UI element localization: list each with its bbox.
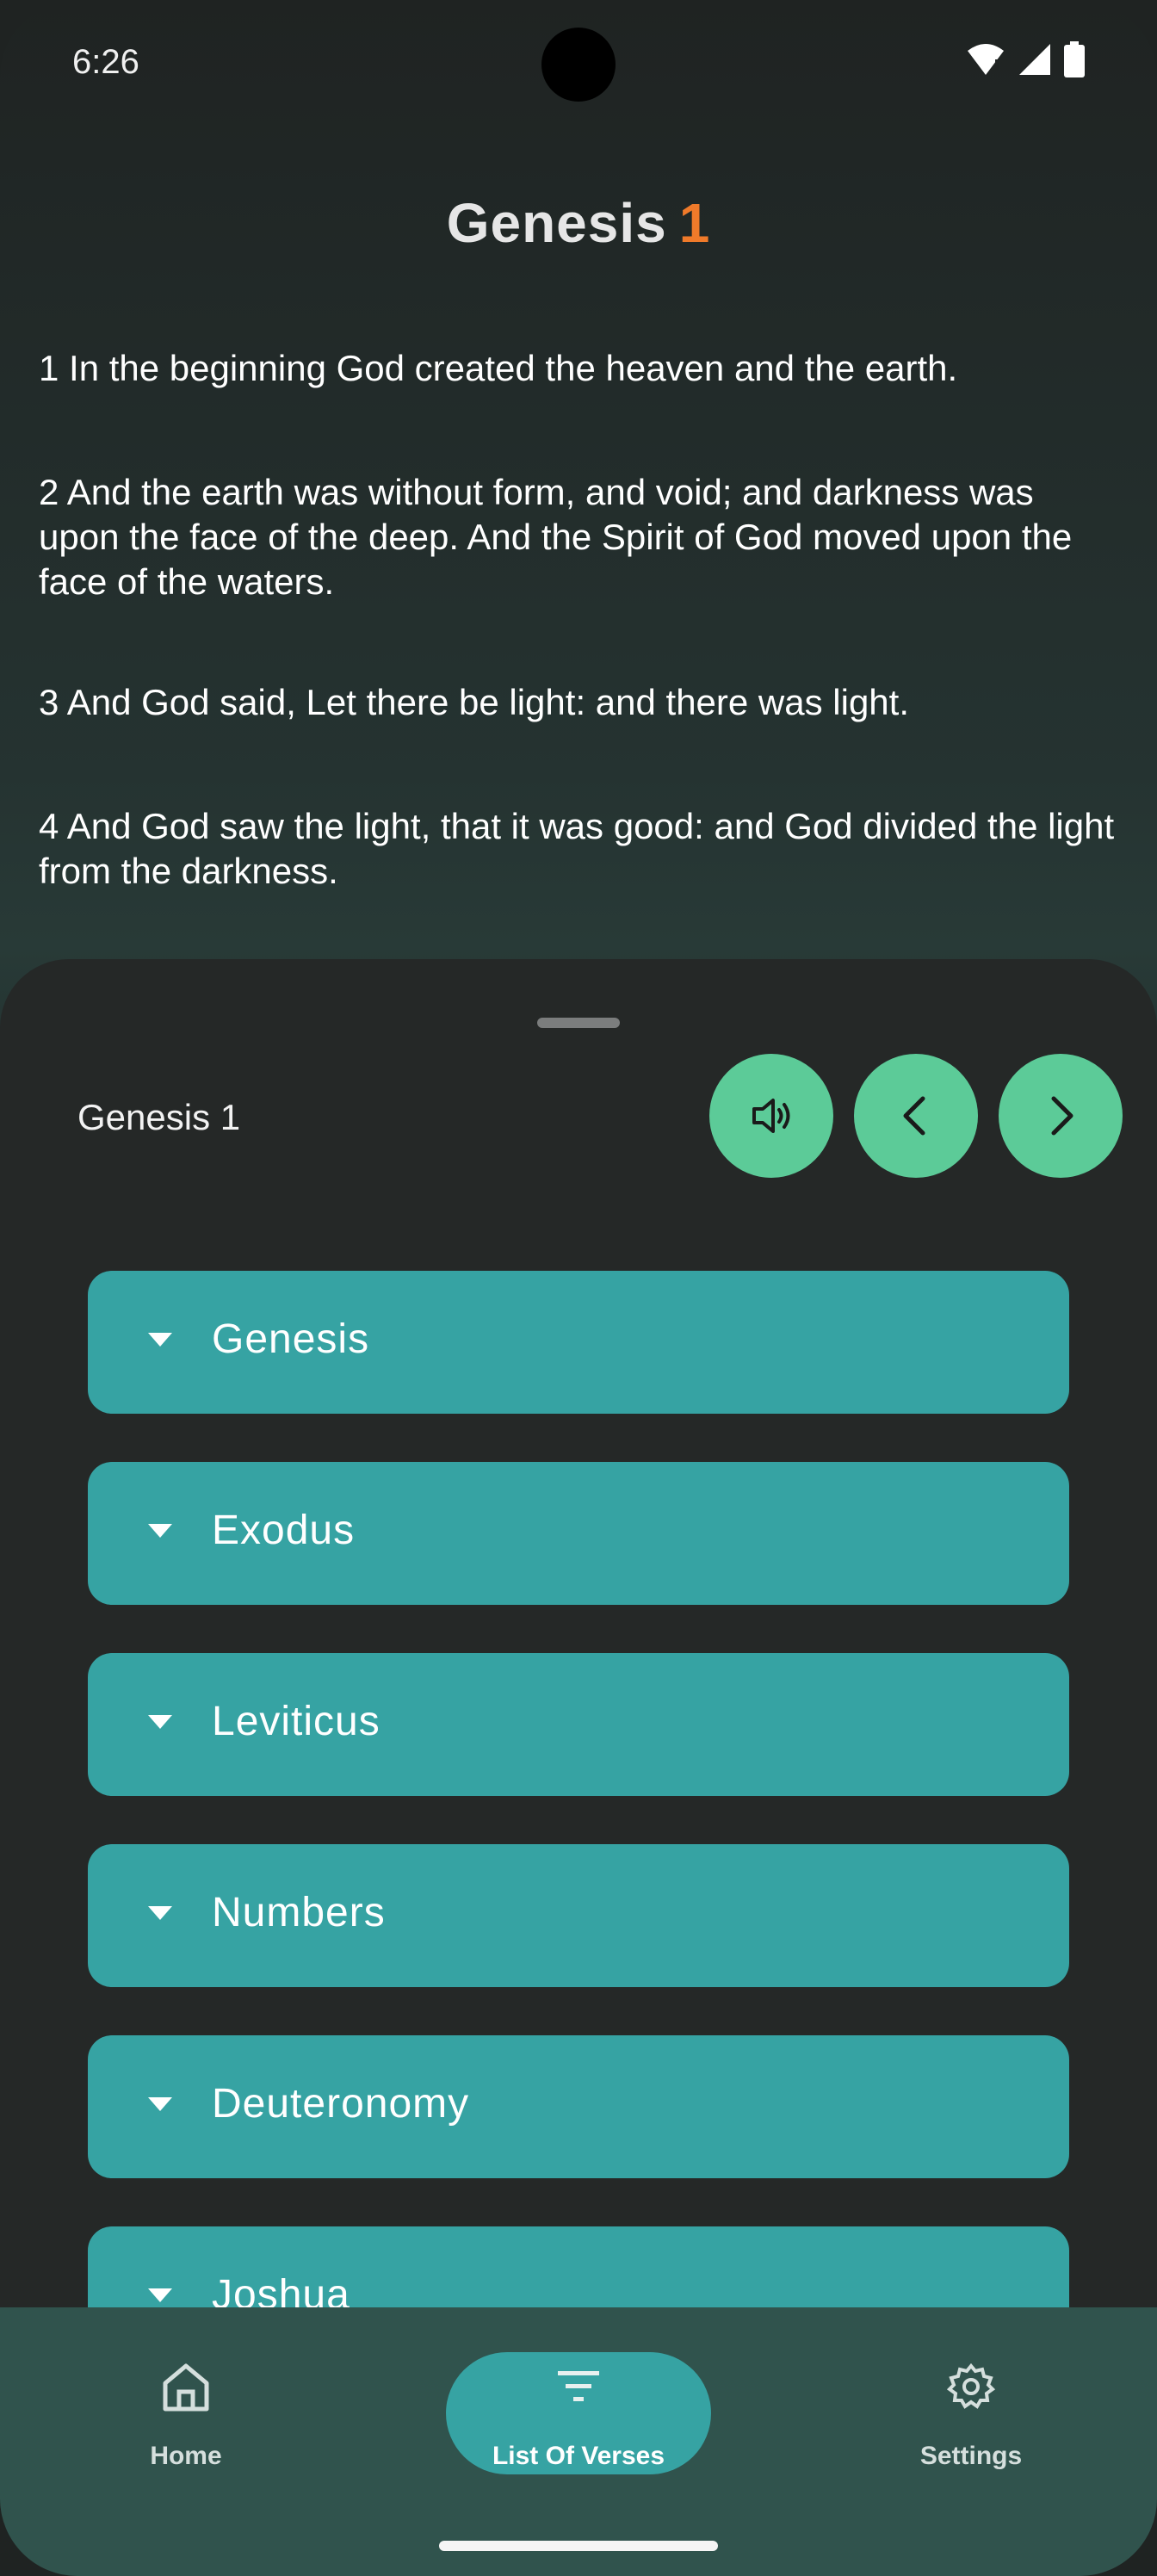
chapter-number: 1: [678, 192, 711, 254]
home-icon: [163, 2363, 209, 2412]
verse-text: 4 And God saw the light, that it was goo…: [39, 806, 1115, 891]
app-screen: 6:26 Genesis 1 1 In the beginning God cre…: [0, 0, 1157, 2576]
caret-down-icon: [148, 2288, 172, 2302]
caret-down-icon: [148, 2097, 172, 2111]
book-label: Deuteronomy: [212, 2081, 470, 2127]
book-label: Numbers: [212, 1890, 386, 1935]
nav-item-list-of-verses[interactable]: List Of Verses: [449, 2359, 708, 2497]
filter-icon: [558, 2371, 599, 2401]
bottom-navigation: Home List Of Verses Settings: [0, 2307, 1157, 2576]
previous-chapter-button[interactable]: [854, 1054, 978, 1178]
book-label: Exodus: [212, 1508, 356, 1553]
nav-label: Settings: [919, 2442, 1023, 2470]
nav-label: List Of Verses: [492, 2442, 665, 2470]
caret-down-icon: [148, 1906, 172, 1920]
wifi-icon: [968, 44, 1004, 75]
nav-item-home[interactable]: Home: [57, 2359, 315, 2497]
sheet-title: Genesis 1: [77, 1097, 241, 1137]
book-item-exodus[interactable]: Exodus: [88, 1462, 1069, 1605]
status-time: 6:26: [72, 43, 139, 81]
verse-text: 1 In the beginning God created the heave…: [39, 348, 958, 388]
camera-cutout: [541, 28, 616, 102]
drag-handle[interactable]: [537, 1018, 620, 1028]
speaker-icon: [752, 1099, 790, 1133]
chapter-book-name: Genesis: [446, 192, 667, 254]
system-icons: [966, 41, 1085, 77]
book-item-genesis[interactable]: Genesis: [88, 1271, 1069, 1414]
book-item-numbers[interactable]: Numbers: [88, 1844, 1069, 1987]
gesture-home-bar[interactable]: [439, 2541, 718, 2551]
play-audio-button[interactable]: [709, 1054, 833, 1178]
book-label: Leviticus: [212, 1699, 381, 1744]
nav-item-settings[interactable]: Settings: [842, 2359, 1100, 2497]
chevron-right-icon: [1051, 1096, 1073, 1136]
verse-text: 2 And the earth was without form, and vo…: [39, 472, 1073, 602]
book-item-deuteronomy[interactable]: Deuteronomy: [88, 2035, 1069, 2178]
book-label: Genesis: [212, 1316, 370, 1362]
gear-icon: [946, 2362, 996, 2409]
book-item-leviticus[interactable]: Leviticus: [88, 1653, 1069, 1796]
chapter-bottom-sheet: Genesis 1 Genesis Exodus Leviticus Numbe…: [0, 959, 1157, 2423]
nav-label: Home: [150, 2442, 222, 2470]
verse-text: 3 And God said, Let there be light: and …: [39, 682, 909, 722]
next-chapter-button[interactable]: [999, 1054, 1123, 1178]
status-bar: 6:26: [0, 0, 1157, 121]
caret-down-icon: [148, 1715, 172, 1729]
battery-icon: [1064, 41, 1085, 77]
chevron-left-icon: [903, 1096, 925, 1136]
caret-down-icon: [148, 1333, 172, 1347]
caret-down-icon: [148, 1524, 172, 1538]
signal-icon: [1019, 44, 1050, 75]
chapter-heading: Genesis 1: [0, 191, 1157, 255]
